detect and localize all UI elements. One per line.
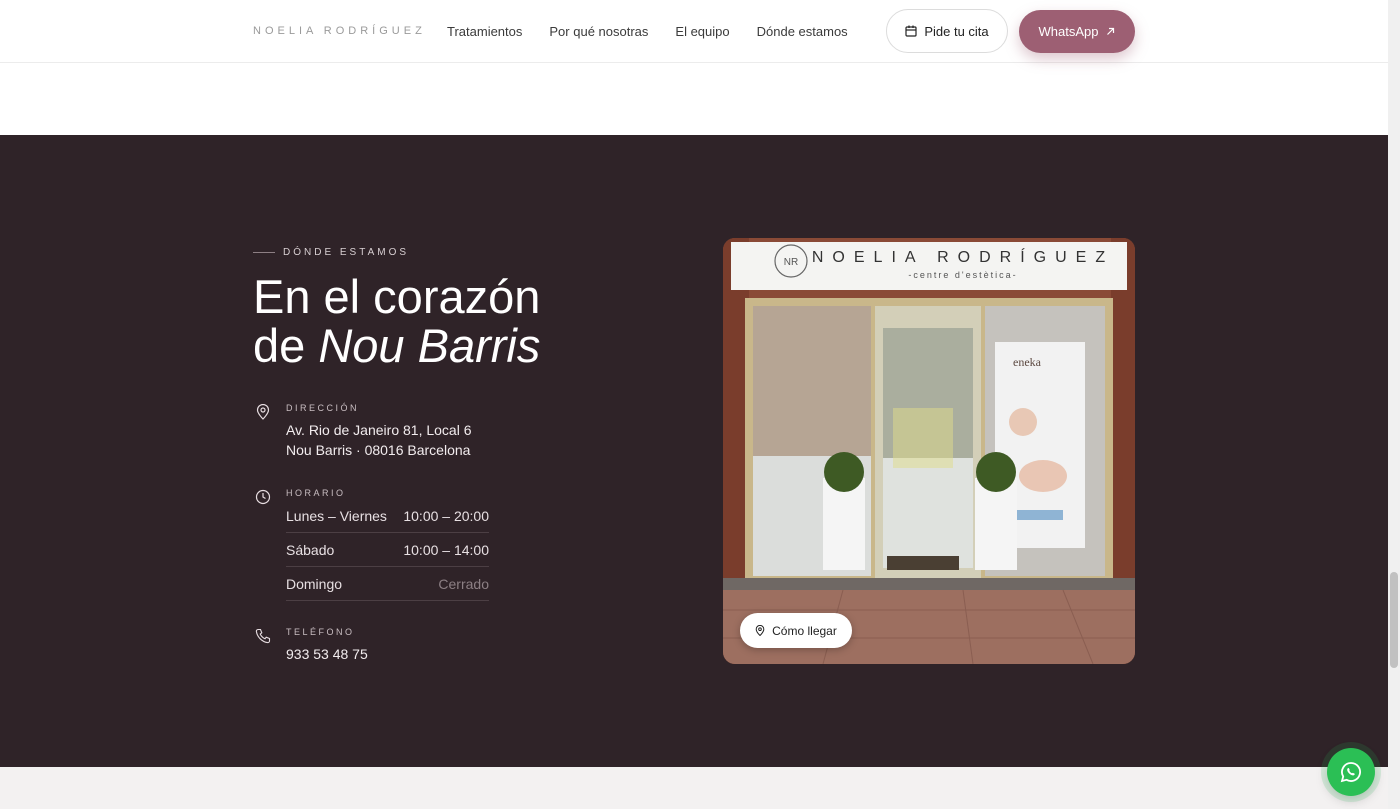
phone-icon [255, 628, 271, 644]
hours-day: Sábado [286, 541, 335, 558]
directions-label: Cómo llegar [772, 623, 837, 638]
brand-logo[interactable]: NOELIA RODRÍGUEZ [253, 25, 426, 37]
eyebrow-text: DÓNDE ESTAMOS [283, 247, 410, 258]
hours-row: Lunes – Viernes 10:00 – 20:00 [286, 499, 489, 533]
map-pin-icon [256, 404, 270, 420]
page-scrollbar[interactable] [1388, 0, 1400, 809]
next-section-edge [0, 767, 1388, 809]
phone-number[interactable]: 933 53 48 75 [286, 644, 368, 664]
nav-item-el-equipo[interactable]: El equipo [675, 24, 729, 39]
address-label: DIRECCIÓN [286, 403, 360, 413]
hours-time: Cerrado [438, 575, 489, 592]
nav-item-donde-estamos[interactable]: Dónde estamos [757, 24, 848, 39]
whatsapp-label: WhatsApp [1038, 24, 1099, 39]
hours-table: Lunes – Viernes 10:00 – 20:00 Sábado 10:… [286, 499, 489, 601]
main-nav: Tratamientos Por qué nosotras El equipo … [447, 24, 848, 39]
address-line-1: Av. Rio de Janeiro 81, Local 6 [286, 422, 472, 438]
nav-item-tratamientos[interactable]: Tratamientos [447, 24, 522, 39]
hours-day: Domingo [286, 575, 343, 592]
section-eyebrow: DÓNDE ESTAMOS [253, 247, 409, 258]
nav-item-por-que-nosotras[interactable]: Por qué nosotras [549, 24, 648, 39]
title-line-2-plain: de [253, 319, 306, 372]
site-header: NOELIA RODRÍGUEZ Tratamientos Por qué no… [0, 0, 1388, 63]
whatsapp-button[interactable]: WhatsApp [1019, 10, 1135, 53]
location-section [0, 135, 1388, 767]
storefront-illustration: NR NOELIA RODRÍGUEZ -centre d'estètica- … [723, 238, 1135, 664]
eyebrow-line [253, 252, 275, 253]
storefront-photo: NR NOELIA RODRÍGUEZ -centre d'estètica- … [723, 238, 1135, 664]
clock-icon [255, 489, 271, 505]
book-appointment-label: Pide tu cita [924, 23, 989, 39]
poster-brand: eneka [1013, 355, 1042, 369]
section-title: En el corazón de Nou Barris [253, 272, 540, 370]
map-pin-icon [755, 625, 765, 636]
arrow-up-right-icon [1107, 27, 1115, 35]
hours-label: HORARIO [286, 488, 346, 498]
whatsapp-icon [1340, 762, 1361, 783]
title-line-2-italic: Nou Barris [318, 319, 541, 372]
hours-day: Lunes – Viernes [286, 507, 387, 524]
whatsapp-floating-button[interactable] [1327, 748, 1375, 796]
calendar-icon [905, 25, 917, 37]
address-line-2: Nou Barris · 08016 Barcelona [286, 442, 471, 458]
hours-time: 10:00 – 20:00 [403, 507, 489, 524]
directions-button[interactable]: Cómo llegar [740, 613, 852, 648]
sign-brand: NOELIA RODRÍGUEZ [812, 247, 1114, 266]
sign-subtitle: -centre d'estètica- [908, 270, 1017, 280]
title-line-1: En el corazón [253, 270, 541, 323]
sign-monogram: NR [784, 257, 798, 268]
phone-label: TELÉFONO [286, 627, 355, 637]
hours-row: Sábado 10:00 – 14:00 [286, 533, 489, 567]
scrollbar-thumb[interactable] [1390, 572, 1398, 668]
book-appointment-button[interactable]: Pide tu cita [886, 9, 1008, 53]
hours-time: 10:00 – 14:00 [403, 541, 489, 558]
hours-row: Domingo Cerrado [286, 567, 489, 601]
